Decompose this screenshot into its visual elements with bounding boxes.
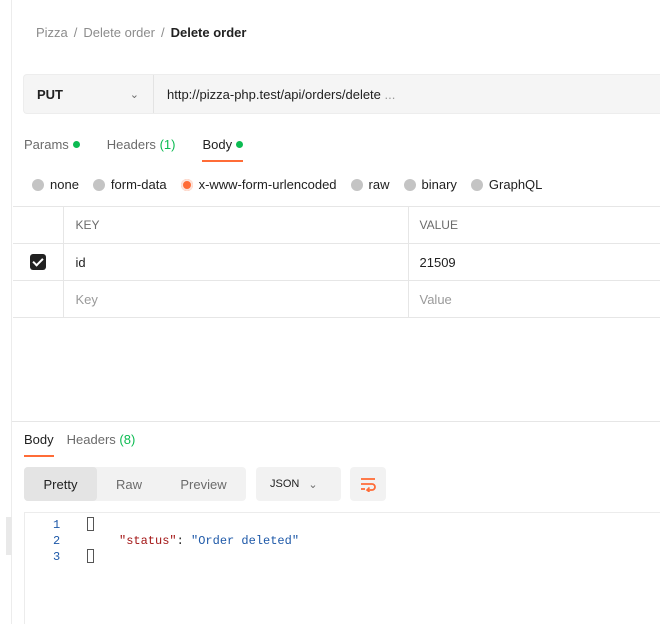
code-line: 1 — [25, 517, 660, 533]
chevron-down-icon: ⌄ — [129, 88, 139, 101]
tab-count: (8) — [119, 432, 136, 447]
response-code-viewer[interactable]: 1 2 "status": "Order deleted" 3 — [24, 512, 660, 624]
body-type-binary[interactable]: binary — [403, 177, 457, 192]
json-colon: : — [176, 534, 192, 548]
active-dot-icon — [72, 141, 80, 148]
scroll-handle[interactable] — [6, 517, 12, 555]
tab-params[interactable]: Params — [24, 137, 80, 162]
view-raw-button[interactable]: Raw — [97, 467, 161, 501]
method-select[interactable]: PUT ⌄ — [24, 75, 154, 113]
radio-icon — [92, 178, 105, 191]
response-tab-body[interactable]: Body — [24, 432, 54, 457]
header-check-cell — [13, 206, 64, 244]
column-header-value: VALUE — [408, 206, 660, 244]
body-type-none[interactable]: none — [32, 177, 79, 192]
tab-label: Params — [24, 137, 69, 152]
radio-label: raw — [368, 177, 390, 192]
table-row: id 21509 — [13, 243, 660, 281]
row-check-cell — [13, 243, 64, 281]
radio-label: x-www-form-urlencoded — [198, 177, 337, 192]
code-line: 3 — [25, 549, 660, 565]
tab-label: Headers — [66, 432, 116, 447]
radio-icon — [470, 178, 483, 191]
json-key: "status" — [119, 534, 177, 548]
radio-label: none — [50, 177, 79, 192]
row-check-cell — [13, 280, 64, 318]
bracket-open-icon — [87, 517, 94, 531]
radio-icon — [403, 178, 416, 191]
tab-body[interactable]: Body — [202, 137, 244, 162]
wrap-lines-icon — [361, 478, 376, 492]
method-label: PUT — [37, 86, 63, 102]
body-type-graphql[interactable]: GraphQL — [470, 177, 543, 192]
table-row-new: Key Value — [13, 280, 660, 318]
radio-label: binary — [421, 177, 457, 192]
tab-headers[interactable]: Headers (1) — [107, 137, 176, 162]
view-preview-button[interactable]: Preview — [161, 467, 246, 501]
params-table: KEY VALUE id 21509 Key Value — [13, 206, 660, 318]
request-url-bar: PUT ⌄ http://pizza-php.test/api/orders/d… — [23, 74, 660, 114]
format-select[interactable]: JSON ⌄ — [256, 467, 341, 501]
pane-divider[interactable] — [12, 421, 660, 422]
breadcrumb-separator: / — [160, 25, 165, 40]
response-tabs: Body Headers (8) — [24, 432, 148, 457]
radio-icon — [350, 178, 363, 191]
radio-icon — [32, 178, 44, 191]
url-input[interactable]: http://pizza-php.test/api/orders/delete … — [154, 87, 395, 102]
line-number: 1 — [53, 518, 61, 532]
url-ellipsis: ... — [380, 86, 396, 102]
breadcrumb-folder[interactable]: Delete order — [83, 25, 155, 40]
request-tabs: Params Headers (1) Body — [24, 137, 270, 162]
body-type-form-data[interactable]: form-data — [92, 177, 167, 192]
value-input[interactable]: Value — [408, 280, 660, 318]
format-label: JSON — [270, 478, 300, 490]
tab-label: Headers — [106, 137, 156, 152]
tab-label: Body — [202, 137, 233, 152]
breadcrumb-current[interactable]: Delete order — [171, 25, 247, 40]
code-line: 2 "status": "Order deleted" — [25, 533, 660, 549]
value-cell[interactable]: 21509 — [408, 243, 660, 281]
chevron-down-icon: ⌄ — [308, 478, 318, 491]
response-tab-headers[interactable]: Headers (8) — [67, 432, 136, 457]
tab-label: Body — [24, 432, 54, 447]
radio-label: GraphQL — [488, 177, 543, 192]
table-header-row: KEY VALUE — [13, 206, 660, 244]
code-content: "status": "Order deleted" — [119, 533, 299, 549]
url-value: http://pizza-php.test/api/orders/delete — [167, 86, 381, 102]
body-type-radio-group: none form-data x-www-form-urlencoded raw… — [32, 177, 556, 192]
tab-count: (1) — [159, 137, 176, 152]
key-input[interactable]: Key — [63, 280, 409, 318]
column-header-key: KEY — [63, 206, 409, 244]
key-cell[interactable]: id — [63, 243, 409, 281]
line-number: 2 — [53, 534, 61, 548]
checkbox-checked-icon[interactable] — [29, 254, 46, 271]
radio-label: form-data — [110, 177, 167, 192]
active-dot-icon — [236, 141, 244, 148]
view-pretty-button[interactable]: Pretty — [24, 467, 97, 501]
bracket-close-icon — [87, 549, 94, 563]
body-type-raw[interactable]: raw — [350, 177, 390, 192]
breadcrumb: Pizza / Delete order / Delete order — [36, 25, 246, 40]
breadcrumb-collection[interactable]: Pizza — [36, 25, 68, 40]
radio-selected-icon — [180, 178, 193, 191]
body-type-urlencoded[interactable]: x-www-form-urlencoded — [180, 177, 337, 192]
breadcrumb-separator: / — [73, 25, 78, 40]
line-number: 3 — [53, 550, 61, 564]
view-mode-switch: Pretty Raw Preview — [24, 467, 246, 501]
wrap-lines-button[interactable] — [350, 467, 386, 501]
json-value: "Order deleted" — [191, 534, 300, 548]
